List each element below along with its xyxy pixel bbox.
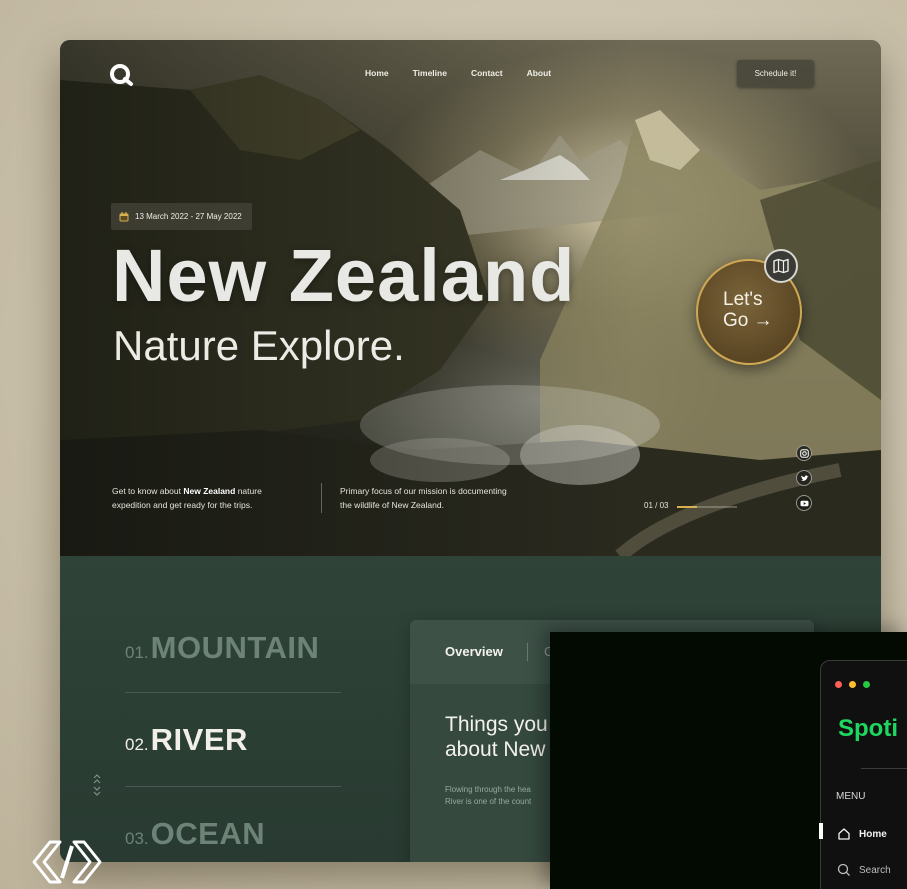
mission-blurb: Primary focus of our mission is document… <box>340 484 507 512</box>
mission-line2: the wildlife of New Zealand. <box>340 500 444 510</box>
date-range-text: 13 March 2022 - 27 May 2022 <box>135 212 242 221</box>
tab-overview[interactable]: Overview <box>445 644 503 659</box>
scroll-arrows-icon[interactable] <box>92 771 102 797</box>
intro-pre: Get to know about <box>112 486 184 496</box>
lets-go-label: Let's Go → <box>723 289 773 331</box>
category-divider <box>125 786 341 787</box>
youtube-icon[interactable] <box>796 495 812 511</box>
nav-about[interactable]: About <box>527 68 552 78</box>
intro-post: nature <box>235 486 262 496</box>
spotify-home-label: Home <box>859 828 887 840</box>
intro-blurb: Get to know about New Zealand nature exp… <box>112 484 262 512</box>
home-icon <box>838 828 850 840</box>
spotify-window: Spoti MENU Home Search <box>820 660 907 889</box>
nav-contact[interactable]: Contact <box>471 68 503 78</box>
spotify-menu-label: MENU <box>836 791 866 802</box>
lets-go-line1: Let's <box>723 289 763 310</box>
intro-bold: New Zealand <box>183 486 236 496</box>
category-mountain[interactable]: 01. MOUNTAIN <box>125 630 319 666</box>
search-icon <box>837 863 850 876</box>
category-name: RIVER <box>150 722 248 757</box>
main-nav: Home Timeline Contact About <box>365 68 551 78</box>
minimize-dot[interactable] <box>849 681 856 688</box>
nav-home[interactable]: Home <box>365 68 389 78</box>
slide-progress-fill <box>677 506 697 508</box>
nav-timeline[interactable]: Timeline <box>413 68 447 78</box>
active-nav-marker <box>819 823 823 839</box>
spotify-divider <box>861 768 907 769</box>
spotify-nav-search[interactable]: Search <box>837 863 891 877</box>
close-dot[interactable] <box>835 681 842 688</box>
blurb-divider <box>321 483 322 513</box>
social-links <box>796 445 812 511</box>
spotify-search-label: Search <box>859 864 891 876</box>
category-ocean[interactable]: 03. OCEAN <box>125 816 265 852</box>
search-q-logo-icon[interactable] <box>108 62 134 88</box>
twitter-icon[interactable] <box>796 470 812 486</box>
hero-subtitle: Nature Explore. <box>113 322 405 369</box>
slide-counter: 01 / 03 <box>644 501 669 510</box>
category-number: 01. <box>125 643 149 662</box>
tab-separator <box>527 643 528 661</box>
hero-title: New Zealand <box>112 234 576 317</box>
date-badge: 13 March 2022 - 27 May 2022 <box>111 203 252 230</box>
brand-watermark-icon <box>32 840 102 884</box>
category-number: 03. <box>125 829 149 848</box>
mission-line1: Primary focus of our mission is document… <box>340 486 507 496</box>
map-button[interactable] <box>764 249 798 283</box>
schedule-button[interactable]: Schedule it! <box>737 60 814 87</box>
category-number: 02. <box>125 735 149 754</box>
slide-progress-track[interactable] <box>677 506 737 508</box>
category-river[interactable]: 02. RIVER <box>125 722 248 758</box>
calendar-icon <box>119 211 129 221</box>
hero-section: Home Timeline Contact About Schedule it!… <box>60 40 881 556</box>
spotify-nav-home[interactable]: Home <box>837 827 887 841</box>
category-divider <box>125 692 341 693</box>
instagram-icon[interactable] <box>796 445 812 461</box>
category-name: MOUNTAIN <box>150 630 320 665</box>
intro-line2: expedition and get ready for the trips. <box>112 500 253 510</box>
category-name: OCEAN <box>150 816 266 851</box>
map-icon <box>773 258 789 274</box>
spotify-logo: Spoti <box>838 715 898 742</box>
maximize-dot[interactable] <box>863 681 870 688</box>
lets-go-line2: Go → <box>723 310 773 331</box>
